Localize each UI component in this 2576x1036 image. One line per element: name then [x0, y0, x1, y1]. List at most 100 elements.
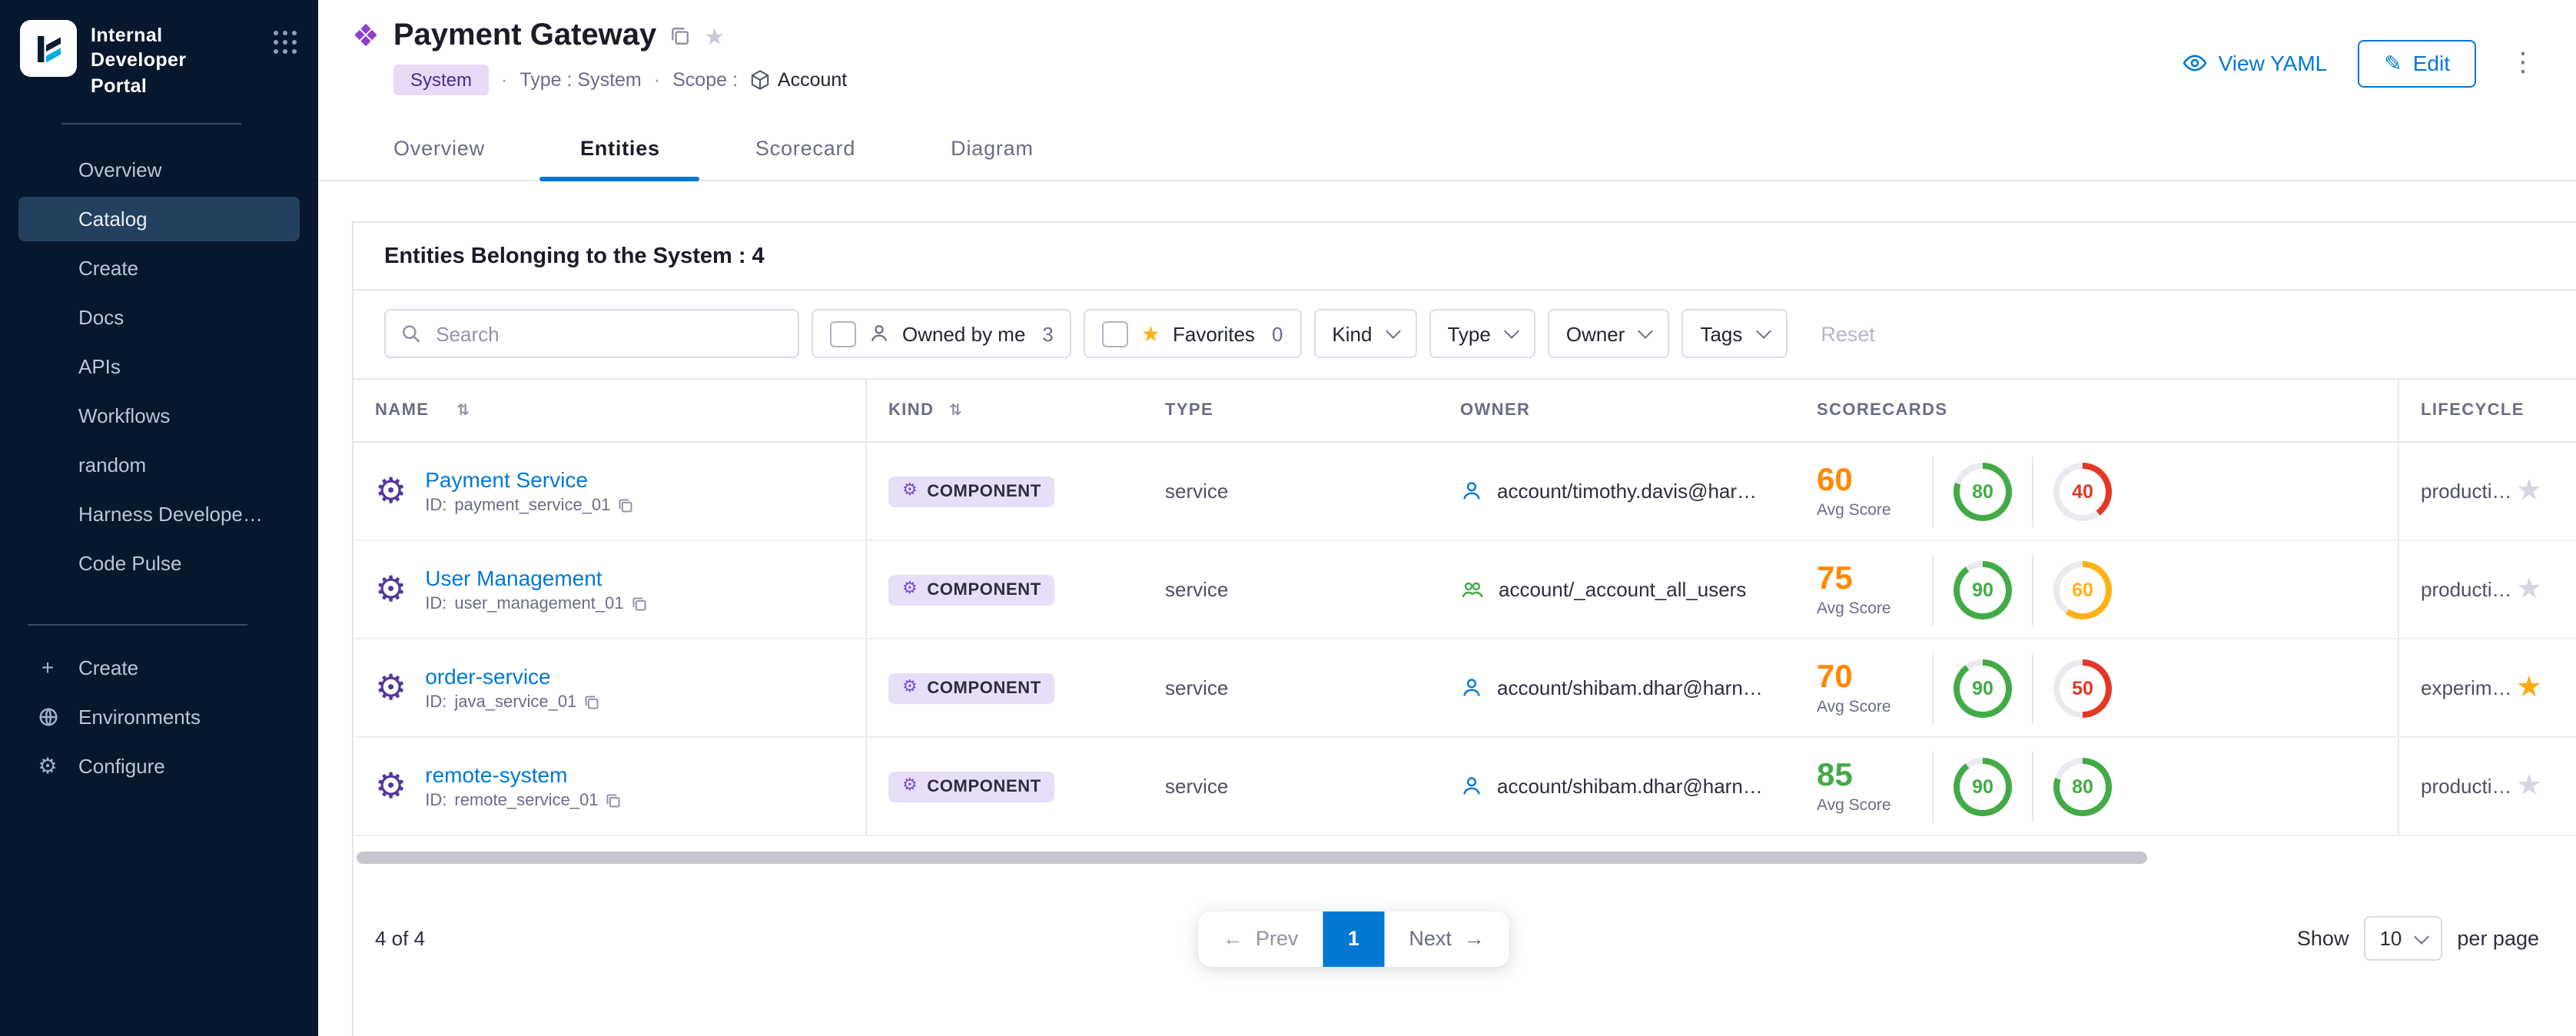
avg-score-label: Avg Score	[1817, 795, 1912, 814]
page-number-button[interactable]: 1	[1323, 911, 1384, 966]
tab-diagram[interactable]: Diagram	[941, 120, 1043, 180]
entity-name-link[interactable]: User Management	[425, 566, 646, 590]
filter-dropdown-owner[interactable]: Owner	[1548, 309, 1670, 358]
sort-icon[interactable]: ⇅	[456, 402, 470, 419]
table-row[interactable]: ⚙ Payment Service ID: payment_service_01…	[354, 443, 2576, 541]
sidebar-item-environments[interactable]: Environments	[18, 695, 300, 739]
entity-name-link[interactable]: order-service	[425, 664, 599, 689]
owned-by-me-label: Owned by me	[902, 322, 1025, 345]
title-row: ❖ Payment Gateway ★	[352, 18, 847, 54]
cell-owner: account/shibam.dhar@harn…	[1460, 775, 1817, 798]
search-input[interactable]	[433, 320, 782, 347]
component-gear-icon: ⚙	[902, 680, 918, 697]
id-value: user_management_01	[454, 595, 623, 613]
gear-icon: ⚙	[34, 755, 61, 777]
scorecard-gauge: 60	[2053, 560, 2112, 619]
chevron-down-icon	[1386, 324, 1401, 339]
divider	[2032, 751, 2033, 822]
copy-id-icon[interactable]	[606, 793, 622, 809]
apps-grid-icon[interactable]	[274, 31, 300, 57]
copy-id-icon[interactable]	[584, 695, 599, 710]
sidebar-item-overview[interactable]: Overview	[18, 148, 300, 192]
sidebar-nav: Overview Catalog CreateDocsAPIsWorkflows ra…	[0, 143, 318, 590]
sidebar-item-apis[interactable]: APIs	[18, 344, 300, 389]
dropdown-label: Kind	[1332, 322, 1372, 345]
cell-lifecycle: producti… ★	[2398, 738, 2576, 835]
entity-id: ID: remote_service_01	[425, 792, 621, 810]
sidebar-item-code-pulse[interactable]: Code Pulse	[18, 541, 300, 586]
tab-entities[interactable]: Entities	[571, 120, 669, 180]
name-header-label: NAME	[375, 401, 429, 420]
entity-tabs: Overview Entities Scorecard Diagram	[318, 120, 2576, 181]
copy-id-icon[interactable]	[618, 498, 633, 513]
divider	[2032, 554, 2033, 625]
copy-title-icon[interactable]	[670, 26, 690, 46]
column-header-scorecards: SCORECARDS	[1817, 401, 2398, 420]
sidebar-item-create[interactable]: +Create	[18, 646, 300, 690]
scorecard-gauge: 40	[2053, 462, 2112, 520]
column-header-name[interactable]: NAME ⇅	[354, 380, 867, 441]
entities-card: Entities Belonging to the System : 4 Own…	[352, 221, 2576, 1036]
sidebar-item-docs[interactable]: Docs	[18, 295, 300, 340]
cell-kind: ⚙ COMPONENT	[867, 574, 1165, 606]
name-stack: Payment Service ID: payment_service_01	[425, 467, 633, 515]
favorites-checkbox[interactable]	[1103, 320, 1129, 347]
avg-score-label: Avg Score	[1817, 697, 1912, 716]
entity-meta-row: System · Type : System · Scope : Account	[393, 65, 847, 95]
harness-logo[interactable]	[20, 20, 77, 77]
favorite-star-icon[interactable]: ★	[2516, 769, 2542, 804]
sidebar-item-harness-develope-[interactable]: Harness Develope…	[18, 492, 300, 536]
name-stack: order-service ID: java_service_01	[425, 664, 599, 712]
edit-button[interactable]: ✎ Edit	[2358, 39, 2476, 87]
tab-scorecard[interactable]: Scorecard	[746, 120, 865, 180]
sidebar-header: Internal Developer Portal	[0, 0, 318, 111]
cell-type: service	[1165, 772, 1460, 800]
page-size-select[interactable]: 10	[2364, 916, 2442, 961]
reset-filters-button[interactable]: Reset	[1821, 322, 1875, 345]
arrow-left-icon: ←	[1223, 927, 1243, 950]
sidebar-item-configure[interactable]: ⚙Configure	[18, 744, 300, 789]
favorite-star-icon[interactable]: ★	[2516, 572, 2542, 607]
type-value: service	[1165, 676, 1228, 699]
favorite-star-icon[interactable]: ★	[2516, 473, 2542, 509]
view-yaml-button[interactable]: View YAML	[2183, 51, 2328, 75]
favorites-label: Favorites	[1173, 322, 1255, 345]
bullet-separator: ·	[501, 69, 507, 91]
sidebar-item-create[interactable]: Create	[18, 246, 300, 291]
cell-lifecycle: producti… ★	[2398, 443, 2576, 540]
horizontal-scrollbar[interactable]	[357, 852, 2147, 864]
table-row[interactable]: ⚙ remote-system ID: remote_service_01 ⚙ …	[354, 738, 2576, 836]
favorite-title-star-icon[interactable]: ★	[704, 22, 725, 50]
sidebar-item-random[interactable]: random	[18, 443, 300, 487]
more-options-kebab-icon[interactable]: ⋮	[2510, 48, 2536, 78]
sort-icon[interactable]: ⇅	[949, 403, 963, 420]
sidebar-item-catalog[interactable]: Catalog	[18, 197, 300, 241]
sidebar-item-label: Environments	[78, 706, 201, 729]
tab-overview[interactable]: Overview	[384, 120, 494, 180]
cell-name: ⚙ remote-system ID: remote_service_01	[354, 738, 867, 835]
owner-value: account/shibam.dhar@harn…	[1497, 676, 1763, 699]
filter-dropdown-tags[interactable]: Tags	[1681, 309, 1787, 358]
entity-name-link[interactable]: Payment Service	[425, 467, 633, 492]
kind-badge: ⚙ COMPONENT	[888, 575, 1055, 606]
owned-by-me-checkbox[interactable]	[830, 320, 856, 347]
name-stack: remote-system ID: remote_service_01	[425, 762, 621, 810]
filter-dropdown-type[interactable]: Type	[1429, 309, 1535, 358]
table-row[interactable]: ⚙ User Management ID: user_management_01…	[354, 541, 2576, 639]
column-header-kind[interactable]: KIND ⇅	[867, 401, 1165, 420]
cell-kind: ⚙ COMPONENT	[867, 476, 1165, 507]
cell-name: ⚙ Payment Service ID: payment_service_01	[354, 443, 867, 540]
entity-name-link[interactable]: remote-system	[425, 762, 621, 787]
filter-dropdown-kind[interactable]: Kind	[1313, 309, 1416, 358]
owned-by-me-count: 3	[1042, 322, 1053, 345]
owned-by-me-filter[interactable]: Owned by me 3	[812, 309, 1072, 358]
next-page-button[interactable]: Next →	[1384, 913, 1509, 964]
table-row[interactable]: ⚙ order-service ID: java_service_01 ⚙ CO…	[354, 639, 2576, 738]
entities-table: NAME ⇅ KIND ⇅ TYPE OWNER SCORECARDS LIFE…	[354, 378, 2576, 864]
cell-lifecycle: producti… ★	[2398, 541, 2576, 638]
favorite-star-icon[interactable]: ★	[2516, 670, 2542, 706]
prev-page-button[interactable]: ← Prev	[1198, 913, 1323, 964]
copy-id-icon[interactable]	[632, 596, 647, 612]
sidebar-item-workflows[interactable]: Workflows	[18, 393, 300, 438]
favorites-filter[interactable]: ★ Favorites 0	[1084, 309, 1302, 358]
